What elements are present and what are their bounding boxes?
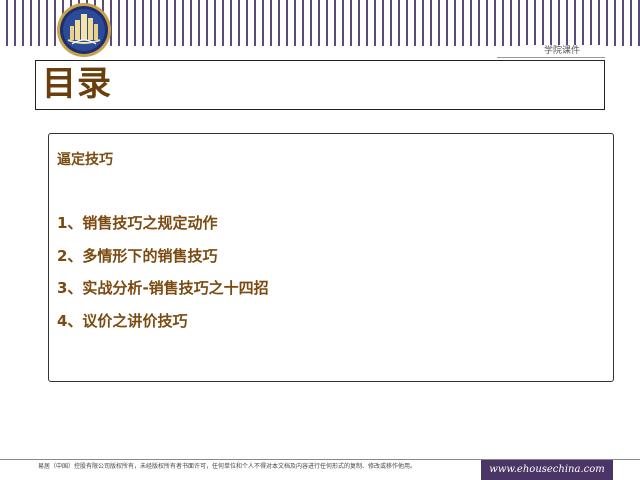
list-item: 1、销售技巧之规定动作: [57, 214, 218, 232]
list-item: 2、多情形下的销售技巧: [57, 246, 218, 265]
contents-list: 1、销售技巧之规定动作 2、多情形下的销售技巧 3、实战分析-销售技巧之十四招 …: [57, 214, 269, 344]
list-item: 4、议价之讲价技巧: [57, 311, 188, 330]
academy-seal-logo: [56, 2, 112, 58]
list-item: 3、实战分析-销售技巧之十四招: [57, 279, 269, 297]
copyright-notice: 易居（中国）控股有限公司版权所有，未经版权所有者书面许可，任何单位和个人不得对本…: [38, 463, 417, 470]
page-title: 目录: [42, 64, 112, 104]
website-link[interactable]: www.ehousechina.com: [481, 460, 613, 480]
header-divider: [497, 57, 605, 58]
courseware-label: 学院课件: [522, 45, 602, 57]
contents-panel: 逼定技巧 1、销售技巧之规定动作 2、多情形下的销售技巧 3、实战分析-销售技巧…: [48, 133, 614, 382]
title-box: 目录: [35, 60, 605, 110]
section-heading: 逼定技巧: [57, 152, 113, 168]
